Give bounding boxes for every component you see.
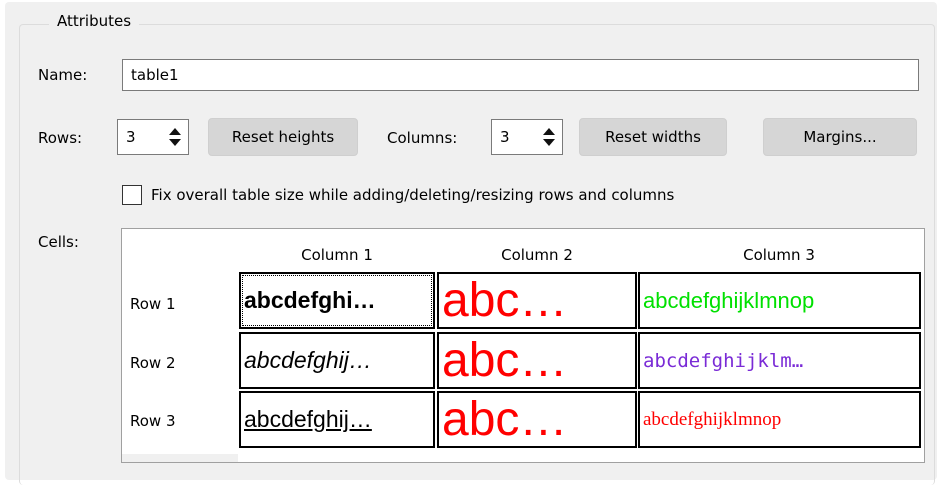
fix-size-checkbox[interactable] — [122, 185, 142, 205]
cell-r1-c1[interactable]: abcdefghi… — [239, 272, 435, 329]
row-header-1[interactable]: Row 1 — [130, 294, 176, 314]
rows-spinbox[interactable]: 3 — [117, 119, 189, 155]
row-header-2[interactable]: Row 2 — [130, 353, 176, 373]
column-header-3[interactable]: Column 3 — [638, 245, 920, 265]
columns-spin-arrows[interactable] — [538, 122, 560, 152]
column-header-1[interactable]: Column 1 — [240, 245, 434, 265]
cell-r1-c3[interactable]: abcdefghijklmnop — [638, 272, 921, 329]
columns-label: Columns: — [387, 129, 458, 147]
cell-r3-c3[interactable]: abcdefghijklmnop — [638, 391, 921, 448]
columns-spinbox[interactable]: 3 — [491, 119, 563, 155]
fix-size-label[interactable]: Fix overall table size while adding/dele… — [151, 184, 674, 206]
row-header-3[interactable]: Row 3 — [130, 411, 176, 431]
cell-r2-c2[interactable]: abc… — [437, 332, 637, 389]
cell-r1-c2[interactable]: abc… — [437, 272, 637, 329]
group-title: Attributes — [49, 10, 140, 32]
reset-heights-button[interactable]: Reset heights — [208, 118, 358, 156]
margins-button[interactable]: Margins... — [763, 118, 917, 156]
name-label: Name: — [38, 66, 88, 84]
dialog-panel: Attributes Name: table1 Rows: 3 Reset he… — [5, 2, 937, 485]
spin-up-icon[interactable] — [169, 128, 181, 135]
rows-label: Rows: — [38, 129, 83, 147]
reset-widths-button[interactable]: Reset widths — [579, 118, 727, 156]
cell-r2-c3[interactable]: abcdefghijklm… — [638, 332, 921, 389]
cells-grid: Column 1 Column 2 Column 3 Row 1 Row 2 R… — [121, 228, 925, 463]
grid-corner-strip — [122, 454, 238, 462]
cell-r2-c1[interactable]: abcdefghij… — [239, 332, 435, 389]
spin-down-icon[interactable] — [543, 139, 555, 146]
column-header-2[interactable]: Column 2 — [438, 245, 636, 265]
columns-value: 3 — [500, 128, 510, 146]
rows-spin-arrows[interactable] — [164, 122, 186, 152]
cell-r3-c2[interactable]: abc… — [437, 391, 637, 448]
rows-value: 3 — [126, 128, 136, 146]
name-input[interactable]: table1 — [122, 59, 919, 91]
cell-r3-c1[interactable]: abcdefghij… — [239, 391, 435, 448]
spin-up-icon[interactable] — [543, 128, 555, 135]
cells-label: Cells: — [38, 233, 79, 251]
spin-down-icon[interactable] — [169, 139, 181, 146]
